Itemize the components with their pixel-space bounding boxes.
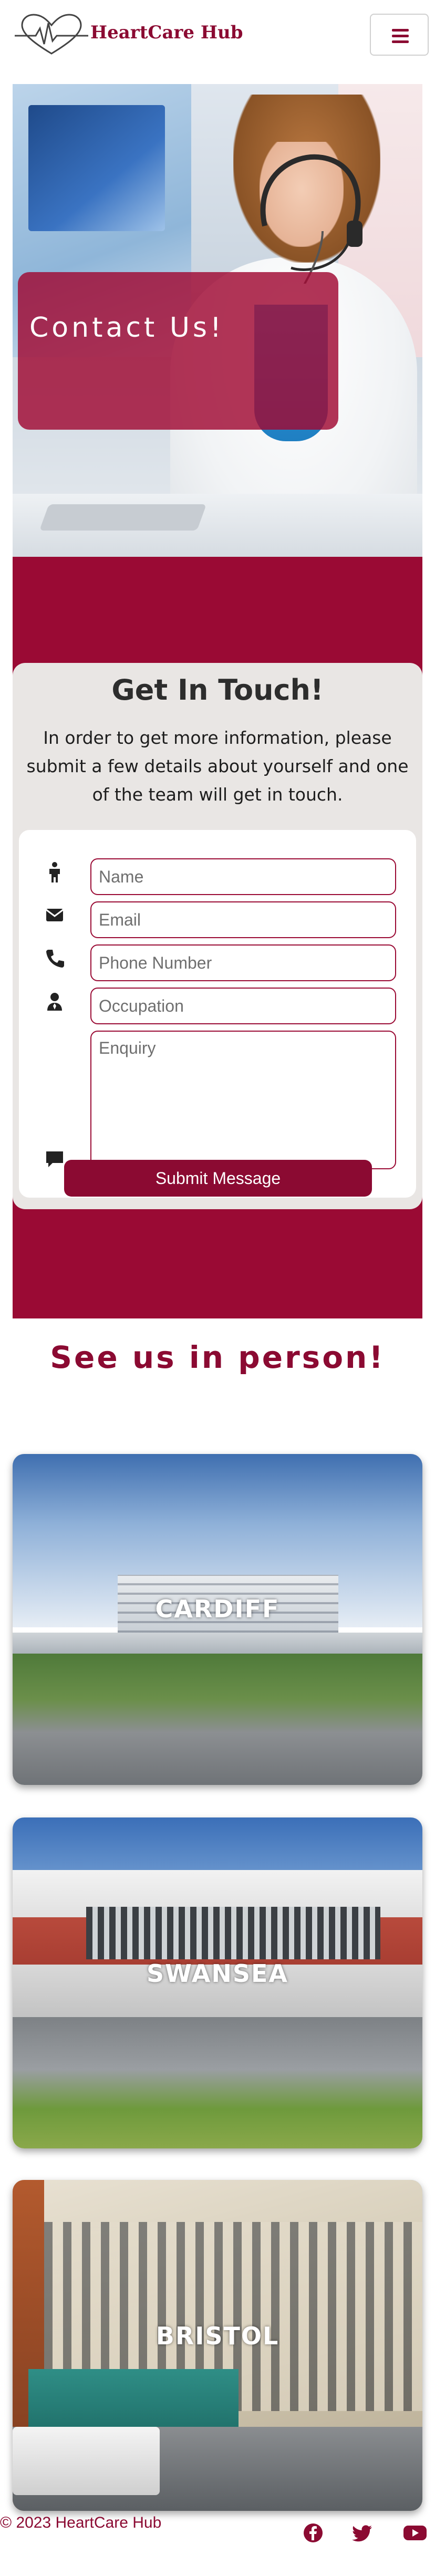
contact-intro: In order to get more information, please… xyxy=(26,728,409,805)
copyright-text: © 2023 HeartCare Hub xyxy=(0,2514,162,2531)
comment-icon xyxy=(46,1151,63,1167)
hero-title: Contact Us! xyxy=(29,312,224,344)
submit-button[interactable]: Submit Message xyxy=(64,1160,372,1197)
hamburger-menu-icon xyxy=(392,29,409,32)
brand-name[interactable]: HeartCare Hub xyxy=(90,22,243,43)
person-icon xyxy=(49,862,60,882)
enquiry-field[interactable]: Enquiry xyxy=(90,1031,396,1169)
location-card-swansea[interactable]: SWANSEA xyxy=(13,1817,422,2148)
facebook-icon[interactable] xyxy=(303,2522,324,2543)
contact-heading: Get In Touch! xyxy=(111,673,324,707)
locations-heading: See us in person! xyxy=(50,1339,385,1375)
hero-keyboard xyxy=(39,504,207,531)
twitter-icon[interactable] xyxy=(352,2522,373,2543)
youtube-icon[interactable] xyxy=(402,2522,428,2543)
hero-title-panel xyxy=(18,272,338,430)
location-label-cardiff: CARDIFF xyxy=(155,1595,280,1623)
email-field[interactable]: Email xyxy=(90,901,396,938)
location-label-swansea: SWANSEA xyxy=(146,1959,289,1988)
name-field[interactable]: Name xyxy=(90,858,396,895)
navbar: HeartCare Hub xyxy=(0,0,435,69)
phone-field[interactable]: Phone Number xyxy=(90,944,396,981)
location-card-bristol[interactable]: BRISTOL xyxy=(13,2180,422,2511)
occupation-field[interactable]: Occupation xyxy=(90,988,396,1024)
hero-monitor xyxy=(28,105,165,231)
menu-button[interactable] xyxy=(370,14,429,56)
envelope-icon xyxy=(46,909,64,921)
location-label-bristol: BRISTOL xyxy=(156,2322,279,2350)
headset-icon xyxy=(260,154,362,284)
heart-ecg-logo[interactable] xyxy=(15,13,88,57)
occupation-icon xyxy=(47,993,62,1011)
phone-icon xyxy=(46,950,64,968)
location-card-cardiff[interactable]: CARDIFF xyxy=(13,1454,422,1785)
